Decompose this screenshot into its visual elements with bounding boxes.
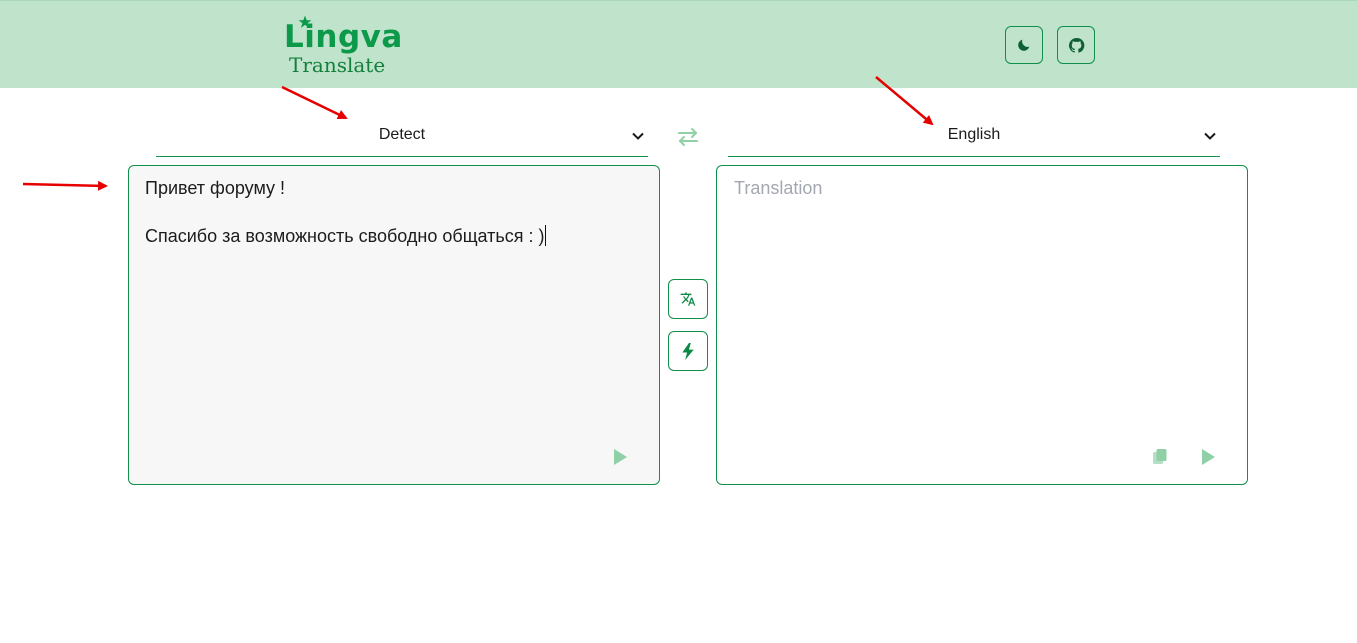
chevron-down-icon <box>1204 132 1216 140</box>
logo-title: Lingva <box>284 19 403 55</box>
annotation-arrow-source-text <box>22 180 108 191</box>
moon-icon <box>1018 39 1030 51</box>
source-text: Привет форуму ! Спасибо за возможность с… <box>145 178 545 246</box>
theme-toggle-button[interactable] <box>1005 26 1043 64</box>
translation-placeholder: Translation <box>734 178 823 198</box>
source-language-select[interactable]: Detect <box>156 118 648 157</box>
github-link-button[interactable] <box>1057 26 1095 64</box>
header: Lingva Translate <box>0 0 1357 88</box>
source-text-area[interactable]: Привет форуму ! Спасибо за возможность с… <box>128 165 660 485</box>
github-icon <box>1068 37 1084 53</box>
play-icon[interactable] <box>1199 448 1217 466</box>
swap-icon[interactable] <box>677 127 699 147</box>
logo-subtitle: Translate <box>289 53 386 77</box>
annotation-arrow-source-language <box>281 85 348 120</box>
copy-icon[interactable] <box>1151 448 1169 466</box>
target-language-select[interactable]: English <box>728 118 1220 157</box>
chevron-down-icon <box>632 132 644 140</box>
lightning-icon <box>682 342 694 360</box>
translate-icon <box>680 292 696 306</box>
text-cursor <box>545 225 547 246</box>
auto-translate-toggle[interactable] <box>668 331 708 371</box>
translate-button[interactable] <box>668 279 708 319</box>
target-language-label: English <box>947 126 1001 143</box>
logo[interactable]: Lingva Translate <box>284 15 402 77</box>
translation-output[interactable]: Translation <box>716 165 1248 485</box>
play-icon[interactable] <box>611 448 629 466</box>
source-language-label: Detect <box>378 126 426 143</box>
